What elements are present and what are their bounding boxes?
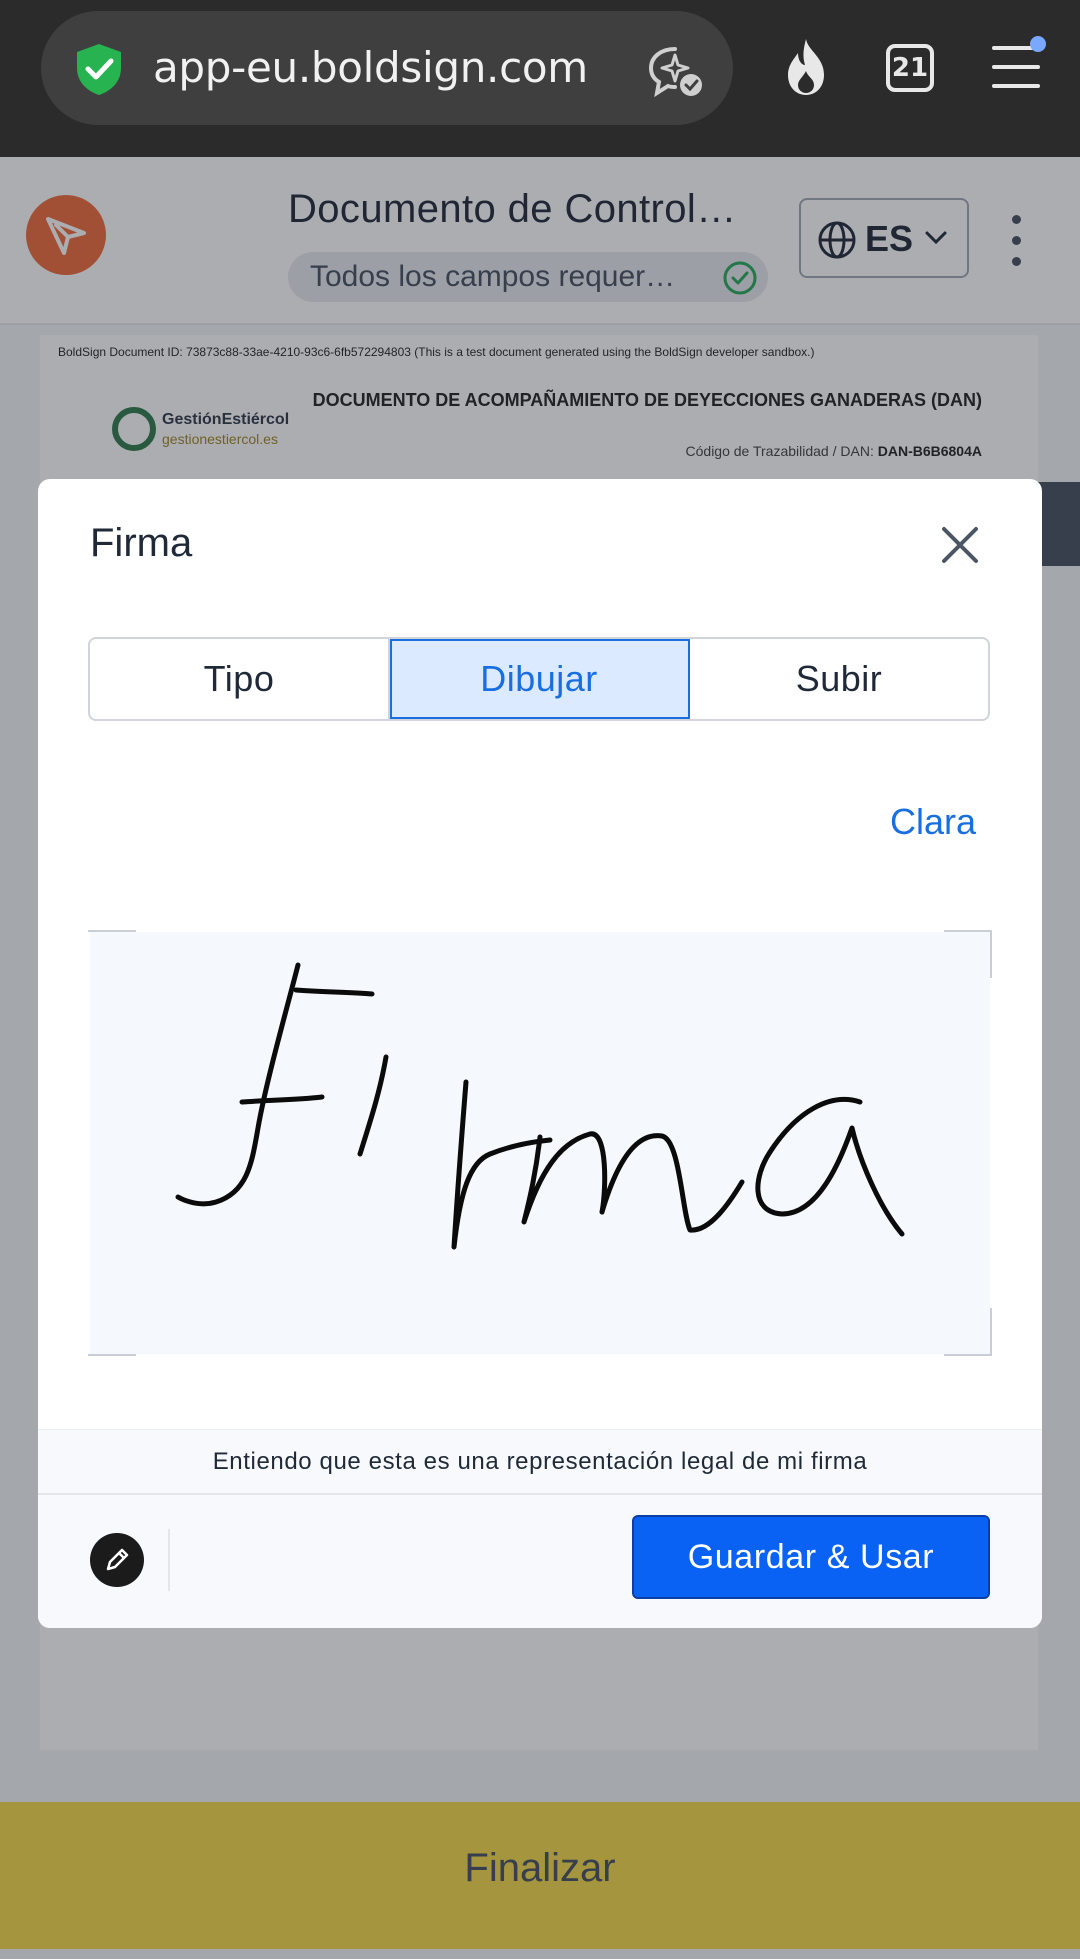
tab-upload[interactable]: Subir xyxy=(690,639,988,719)
tabs-count-button[interactable]: 21 xyxy=(886,44,934,92)
save-and-use-button[interactable]: Guardar & Usar xyxy=(632,1515,990,1599)
notification-dot xyxy=(1030,36,1046,52)
clear-signature-link[interactable]: Clara xyxy=(890,801,976,843)
footer-divider xyxy=(168,1529,170,1591)
modal-title: Firma xyxy=(90,521,193,565)
address-bar[interactable]: app-eu.boldsign.com xyxy=(41,11,733,125)
pen-color-button[interactable] xyxy=(90,1533,144,1587)
tab-type[interactable]: Tipo xyxy=(90,639,390,719)
signature-canvas[interactable] xyxy=(88,930,992,1356)
signature-mode-tabs: Tipo Dibujar Subir xyxy=(88,637,990,721)
close-icon[interactable] xyxy=(938,523,982,567)
ai-assistant-icon[interactable] xyxy=(645,41,705,101)
tab-draw[interactable]: Dibujar xyxy=(390,639,690,719)
signature-modal: Firma Tipo Dibujar Subir Clara Entiendo … xyxy=(38,479,1042,1628)
legal-disclaimer: Entiendo que esta es una representación … xyxy=(38,1429,1042,1495)
fire-icon[interactable] xyxy=(778,37,834,97)
url-text[interactable]: app-eu.boldsign.com xyxy=(153,43,588,92)
drawn-signature xyxy=(175,962,905,1250)
modal-footer: Guardar & Usar xyxy=(38,1495,1042,1628)
browser-toolbar: app-eu.boldsign.com 21 xyxy=(0,0,1080,157)
shield-check-icon[interactable] xyxy=(71,41,127,97)
menu-icon[interactable] xyxy=(992,46,1040,88)
pencil-icon xyxy=(106,1548,129,1571)
